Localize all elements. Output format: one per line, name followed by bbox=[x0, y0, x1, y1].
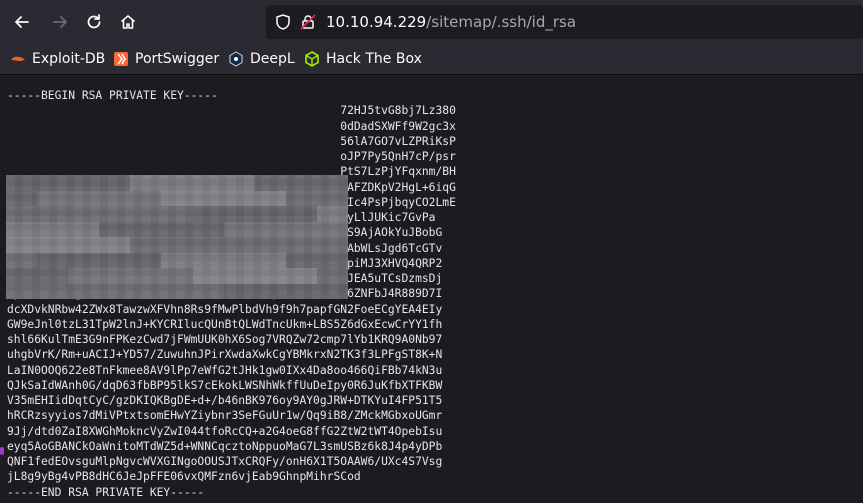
htb-cube-icon bbox=[305, 51, 319, 67]
key-line: 0dDadSXWFf9W2gc3x bbox=[7, 119, 456, 133]
key-line: eyq5AoGBANCkOaWnitoMTdWZ5d+WNNCqcztoNppu… bbox=[7, 439, 443, 453]
bookmark-deepl[interactable]: DeepL bbox=[228, 49, 295, 69]
key-line: GW9eJnl0tzL31TpW2lnJ+KYCRIlucQUnBtQLWdTn… bbox=[7, 317, 443, 331]
reload-icon bbox=[87, 14, 101, 29]
url-text[interactable]: 10.10.94.229/sitemap/.ssh/id_rsa bbox=[326, 13, 576, 31]
bookmark-hack-the-box[interactable]: Hack The Box bbox=[304, 49, 422, 69]
page-content: -----BEGIN RSA PRIVATE KEY----- 72HJ5tvG… bbox=[0, 75, 863, 503]
key-line: shl66KulTmE3G9nFPKezCwd7jFWmUUK0hX6Sog7V… bbox=[7, 333, 443, 346]
insecure-lock-icon[interactable] bbox=[299, 13, 317, 31]
key-line: jL8g9yBg4vPB8dHC6JeJpFFE06vxQMFzn6vjEab9… bbox=[7, 470, 361, 484]
bookmark-portswigger[interactable]: PortSwigger bbox=[113, 49, 219, 69]
arrow-right-icon bbox=[53, 16, 67, 28]
key-line: LaIN0OOQ622e8TnFkmee8AV9lPp7eWfG2tJHk1gw… bbox=[7, 363, 443, 377]
key-line: dcXDvkNRbw42ZWx8TawzwXFVhn8Rs9fMwPlbdVh9… bbox=[7, 302, 443, 316]
back-button[interactable] bbox=[8, 8, 36, 36]
scroll-marker bbox=[0, 447, 4, 455]
bookmark-exploit-db[interactable]: Exploit-DB bbox=[10, 49, 105, 69]
key-line: hRCRzsyyios7dMiVPtxtsomEHwYZiybnr3SeFGuU… bbox=[7, 409, 443, 423]
bookmark-label: DeepL bbox=[250, 51, 295, 67]
url-host: 10.10.94.229 bbox=[326, 13, 427, 31]
tracking-protection-shield-icon[interactable] bbox=[274, 13, 292, 31]
key-line: -----END RSA PRIVATE KEY----- bbox=[7, 485, 205, 499]
browser-toolbar: 10.10.94.229/sitemap/.ssh/id_rsa bbox=[0, 0, 863, 44]
bookmark-label: Exploit-DB bbox=[32, 51, 106, 67]
home-button[interactable] bbox=[114, 8, 142, 36]
home-icon bbox=[120, 15, 136, 29]
key-line: 72HJ5tvG8bj7Lz380 bbox=[7, 104, 456, 118]
bookmark-label: Hack The Box bbox=[326, 51, 422, 67]
reload-button[interactable] bbox=[80, 8, 108, 36]
key-line: 56lA7GO7vLZPRiKsP bbox=[7, 134, 456, 148]
bookmarks-toolbar: Exploit-DB PortSwigger DeepL Hack The Bo… bbox=[0, 44, 863, 75]
url-path: /sitemap/.ssh/id_rsa bbox=[426, 13, 577, 31]
key-line: -----BEGIN RSA PRIVATE KEY----- bbox=[7, 89, 218, 102]
redaction-blur bbox=[6, 175, 348, 299]
key-line: 9Jj/dtd0ZaI8XWGhMokncVyZwI044tfoRcCQ+a2G… bbox=[7, 424, 443, 438]
key-line: V35mEHIidDqtCyC/gzDKIQKBgDE+d+/b46nBK976… bbox=[7, 394, 443, 407]
exploitdb-icon bbox=[11, 56, 25, 61]
key-line: uhgbVrK/Rm+uACIJ+YD57/ZuwuhnJPirXwdaXwkC… bbox=[7, 348, 443, 362]
portswigger-icon bbox=[114, 52, 128, 66]
arrow-left-icon bbox=[15, 16, 29, 28]
forward-button[interactable] bbox=[46, 8, 74, 36]
bookmark-label: PortSwigger bbox=[135, 51, 220, 67]
deepl-icon bbox=[229, 51, 243, 67]
key-line: QNF1fedEOvsguMlpNgvcWVXGINgoOOUSJTxCRQFy… bbox=[7, 455, 443, 468]
key-line: oJP7Py5QnH7cP/psr bbox=[7, 150, 456, 163]
key-line: QJkSaIdWAnh0G/dqD63fbBP95lkS7cEkokLWSNhW… bbox=[7, 378, 443, 392]
url-bar[interactable]: 10.10.94.229/sitemap/.ssh/id_rsa bbox=[266, 5, 863, 39]
